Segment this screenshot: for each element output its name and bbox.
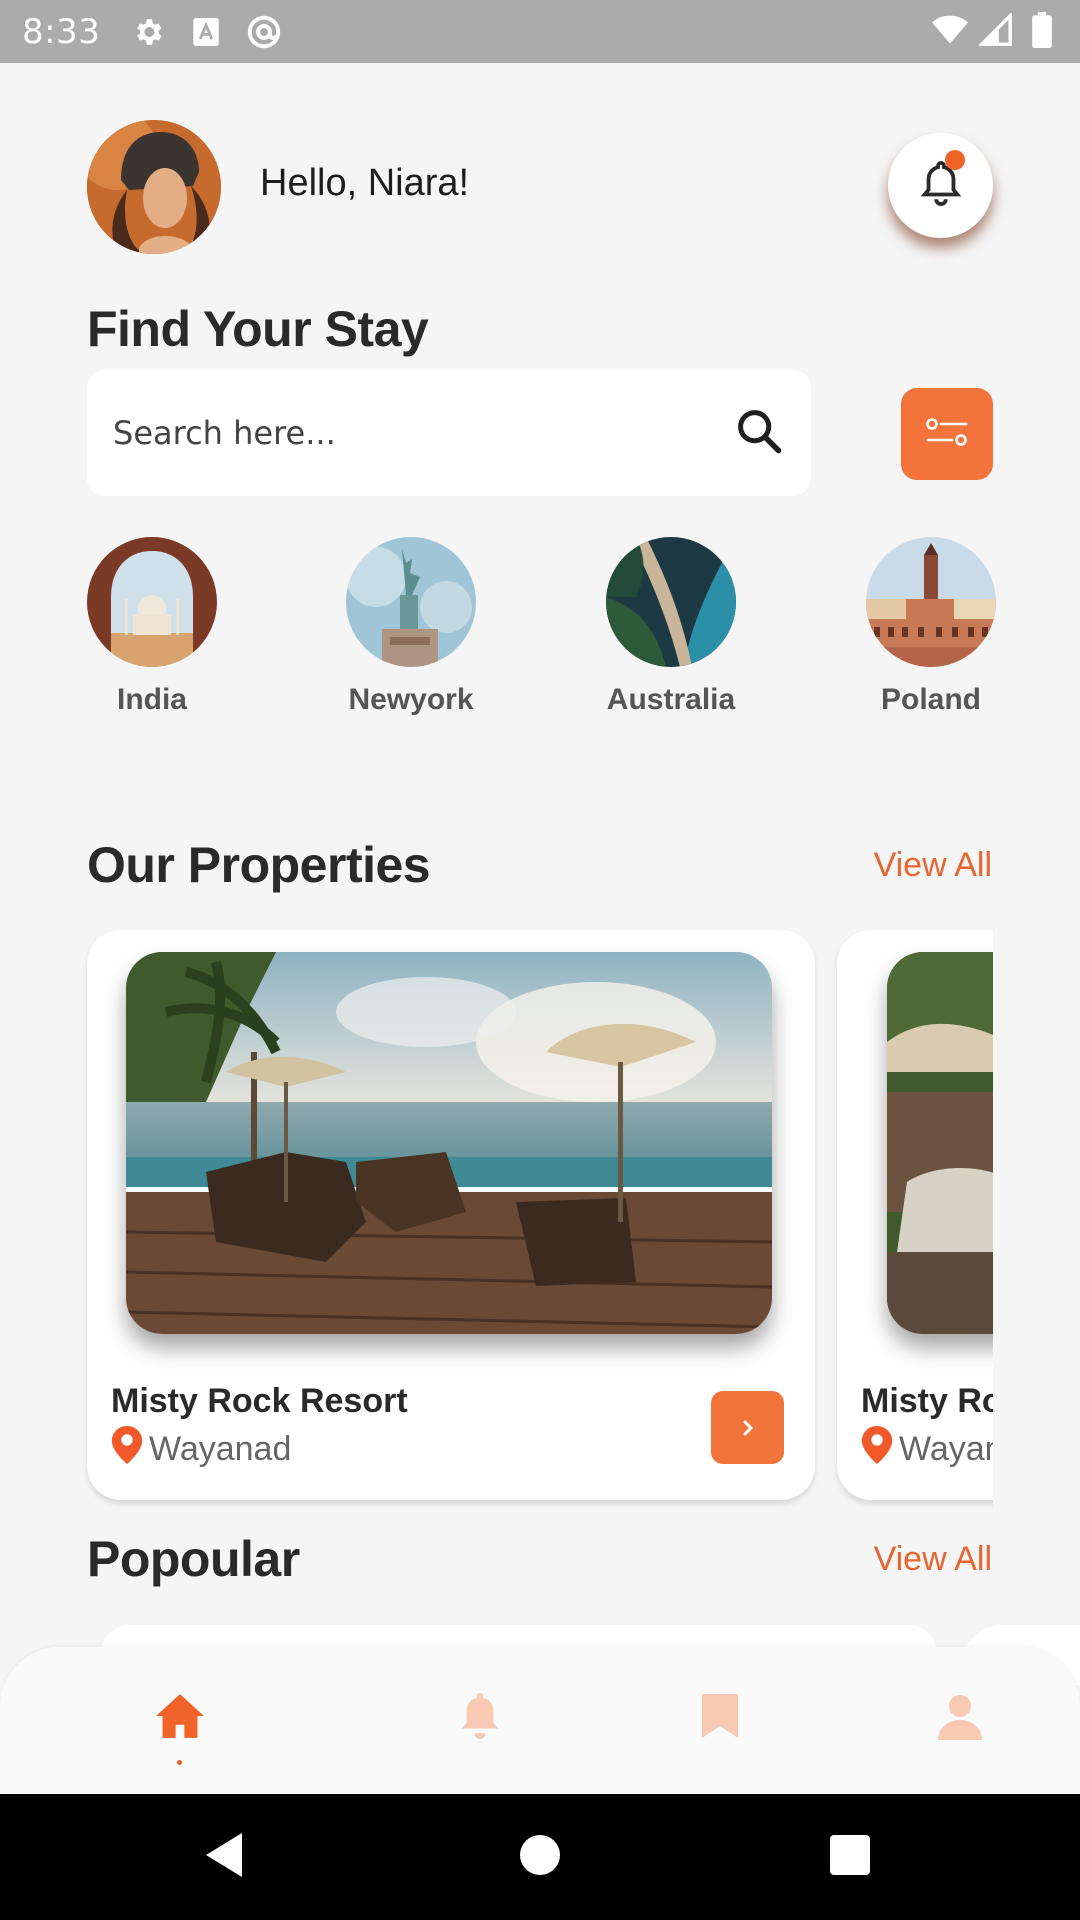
circle-icon <box>520 1834 560 1880</box>
avatar[interactable] <box>87 120 221 254</box>
page-title: Find Your Stay <box>87 301 429 357</box>
destination-label: India <box>116 683 187 716</box>
properties-carousel[interactable]: Misty Rock Resort Wayanad Misty Rock Re <box>0 900 993 1540</box>
property-open-button[interactable] <box>711 1391 784 1464</box>
property-location: Wayanad <box>111 1426 291 1473</box>
wifi-icon <box>932 12 968 48</box>
destination-image <box>606 537 736 667</box>
popular-view-all-link[interactable]: View All <box>874 1540 992 1579</box>
status-bar: 8:33 <box>0 0 1080 63</box>
filter-button[interactable] <box>901 388 993 480</box>
search-icon[interactable] <box>733 405 785 462</box>
nav-home[interactable] <box>150 1688 210 1748</box>
status-time: 8:33 <box>22 11 101 52</box>
at-sign-icon <box>246 14 282 50</box>
popular-title: Popoular <box>87 1531 300 1587</box>
nav-bookmarks[interactable] <box>690 1688 750 1748</box>
property-image <box>126 952 772 1334</box>
back-button[interactable] <box>184 1794 264 1920</box>
destination-australia[interactable]: Australia <box>591 537 751 717</box>
signal-icon <box>978 12 1014 48</box>
destination-image <box>866 537 996 667</box>
home-system-button[interactable] <box>500 1794 580 1920</box>
property-card[interactable]: Misty Rock Resort Wayanad <box>837 930 993 1500</box>
status-icons-right <box>932 12 1060 48</box>
font-icon <box>188 14 224 50</box>
bell-icon <box>457 1690 503 1747</box>
search-input[interactable] <box>113 414 733 452</box>
property-card[interactable]: Misty Rock Resort Wayanad <box>87 930 815 1500</box>
destination-newyork[interactable]: Newyork <box>331 537 491 717</box>
status-icons-left <box>130 14 282 50</box>
recents-button[interactable] <box>810 1794 890 1920</box>
property-location-text: Wayanad <box>899 1430 993 1468</box>
destination-label: Australia <box>606 683 736 716</box>
filter-icon <box>924 415 970 454</box>
destination-image <box>346 537 476 667</box>
property-image <box>887 952 993 1334</box>
settings-icon <box>130 14 166 50</box>
profile-icon <box>936 1692 984 1745</box>
properties-view-all-link[interactable]: View All <box>874 846 992 885</box>
property-name: Misty Rock Resort <box>111 1382 408 1420</box>
properties-title: Our Properties <box>87 837 431 893</box>
location-pin-icon <box>111 1426 143 1473</box>
property-location: Wayanad <box>861 1426 993 1473</box>
destination-image <box>87 537 217 667</box>
destination-label: Newyork <box>348 683 474 716</box>
battery-icon <box>1024 12 1060 48</box>
destination-label: Poland <box>880 683 981 716</box>
destination-poland[interactable]: Poland <box>851 537 1011 717</box>
system-navigation-bar <box>0 1794 1080 1920</box>
search-box[interactable] <box>87 370 811 496</box>
nav-notifications[interactable] <box>450 1688 510 1748</box>
back-icon <box>202 1831 246 1884</box>
property-location-text: Wayanad <box>149 1430 292 1468</box>
home-icon <box>153 1692 207 1745</box>
nav-profile[interactable] <box>930 1688 990 1748</box>
nav-active-indicator <box>177 1760 182 1765</box>
location-pin-icon <box>861 1426 893 1473</box>
greeting-text: Hello, Niara! <box>260 162 470 204</box>
notification-button[interactable] <box>888 133 993 238</box>
bookmark-icon <box>700 1692 740 1745</box>
notification-badge <box>945 150 965 170</box>
destination-india[interactable]: India <box>72 537 232 717</box>
chevron-right-icon <box>739 1411 757 1445</box>
property-name: Misty Rock Resort <box>861 1382 993 1420</box>
square-icon <box>830 1834 870 1880</box>
